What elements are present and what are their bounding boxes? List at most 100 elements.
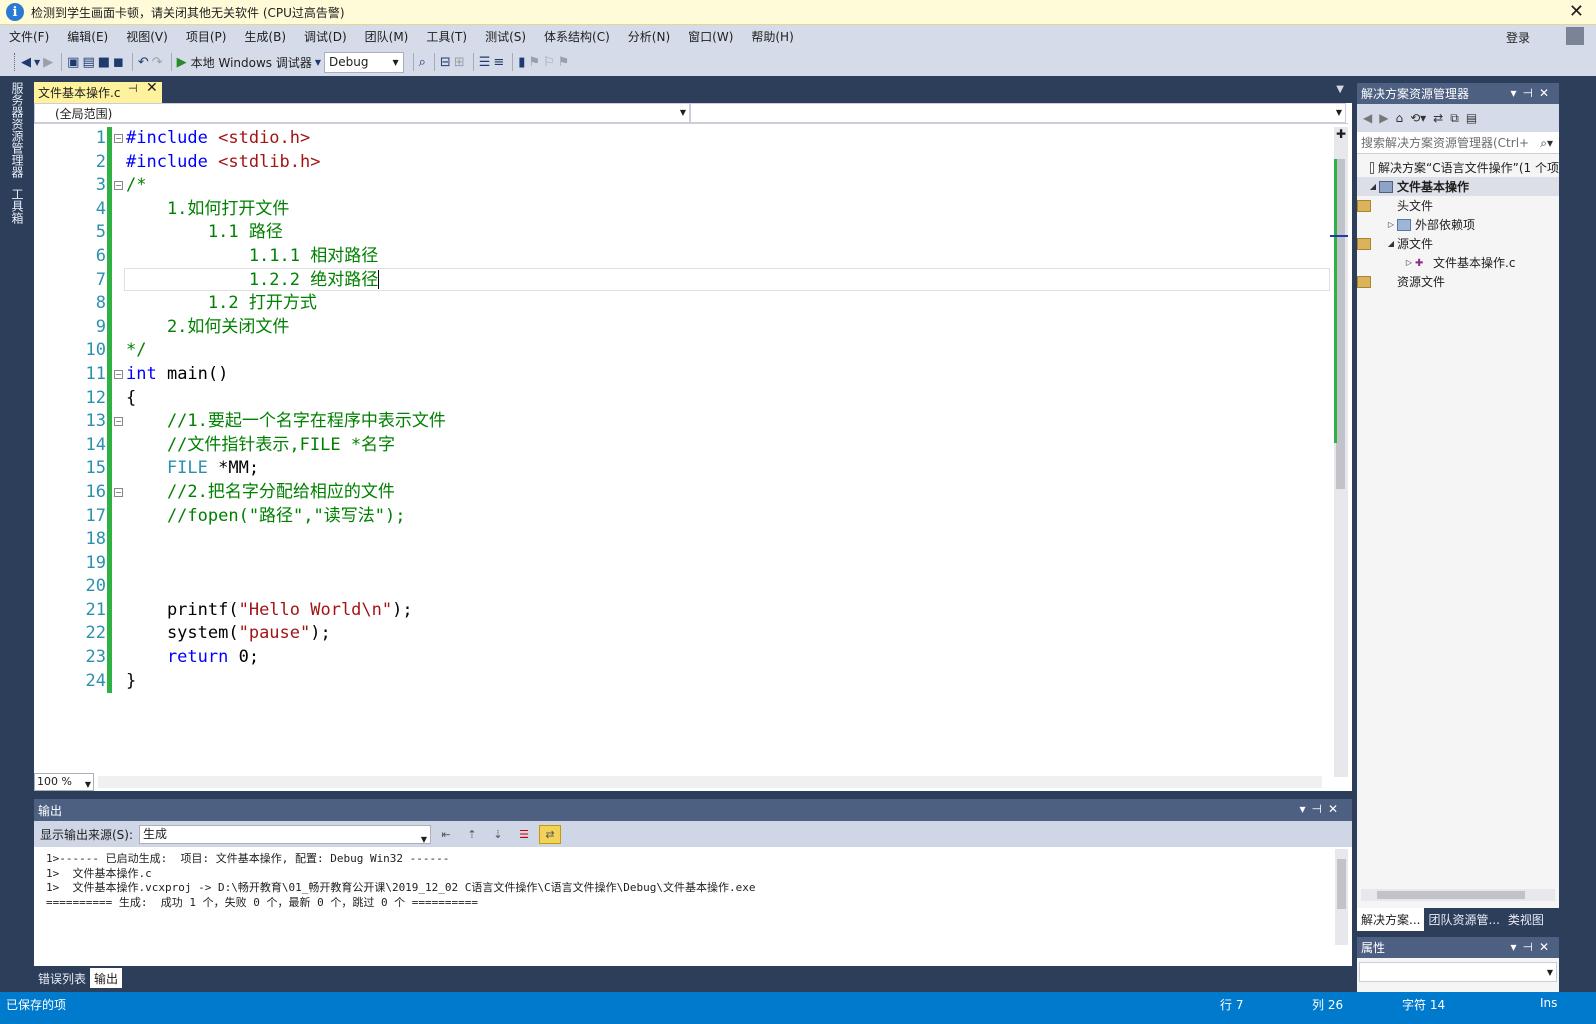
code-line[interactable]: /* xyxy=(126,174,1328,198)
login-link[interactable]: 登录 xyxy=(1506,29,1530,46)
horizontal-scrollbar[interactable] xyxy=(98,776,1322,788)
code-line[interactable]: 1.1 路径 xyxy=(126,221,1328,245)
code-line[interactable]: 2.如何关闭文件 xyxy=(126,316,1328,340)
breakpoint-icon[interactable]: ⊟ xyxy=(440,52,451,72)
code-line[interactable]: 1.1.1 相对路径 xyxy=(126,245,1328,269)
comment-icon[interactable]: ≡ xyxy=(493,52,504,72)
code-line[interactable]: #include <stdio.h> xyxy=(126,127,1328,151)
menu-edit[interactable]: 编辑(E) xyxy=(58,28,117,45)
code-line[interactable]: */ xyxy=(126,339,1328,363)
collapse-icon[interactable]: − xyxy=(114,134,123,143)
chevron-down-icon[interactable]: ▼ xyxy=(315,52,321,72)
toolbox-tab[interactable]: 工具箱 xyxy=(9,188,26,224)
toolbar-grip[interactable] xyxy=(14,53,17,71)
forward-icon[interactable]: ▶ xyxy=(1379,111,1388,125)
code-line[interactable]: system("pause"); xyxy=(126,622,1328,646)
forward-icon[interactable]: ▶ xyxy=(43,52,53,72)
avatar[interactable] xyxy=(1566,27,1584,45)
horizontal-scrollbar[interactable] xyxy=(1361,889,1555,901)
code-line[interactable]: 1.如何打开文件 xyxy=(126,198,1328,222)
tree-item[interactable]: ▷ ✚ 文件基本操作.c xyxy=(1357,253,1559,272)
scope-select[interactable]: (全局范围) ▼ xyxy=(34,103,690,123)
config-select[interactable]: Debug ▼ xyxy=(324,51,404,73)
back-icon[interactable]: ◀ xyxy=(1363,111,1372,125)
sync-icon[interactable]: ⇄ xyxy=(1433,111,1443,125)
tree-item[interactable]: 资源文件 xyxy=(1357,272,1559,291)
code-line[interactable]: 1.2.2 绝对路径 xyxy=(126,269,1328,293)
search-icon[interactable]: ⌕▾ xyxy=(1540,132,1553,154)
chevron-down-icon[interactable]: ▼ xyxy=(34,52,40,72)
expander-icon[interactable]: ◢ xyxy=(1367,182,1379,191)
code-text[interactable]: #include <stdio.h> #include <stdlib.h>/* … xyxy=(126,127,1328,693)
output-source-select[interactable]: 生成 ▼ xyxy=(139,824,432,844)
prev-bookmark-icon[interactable]: ⚑ xyxy=(528,52,540,72)
code-line[interactable]: //文件指针表示,FILE *名字 xyxy=(126,434,1328,458)
code-line[interactable]: printf("Hello World\n"); xyxy=(126,599,1328,623)
expander-icon[interactable]: ◢ xyxy=(1385,239,1397,248)
menu-architecture[interactable]: 体系结构(C) xyxy=(535,28,619,45)
code-line[interactable]: //1.要起一个名字在程序中表示文件 xyxy=(126,410,1328,434)
code-line[interactable] xyxy=(126,552,1328,576)
collapse-icon[interactable]: − xyxy=(114,181,123,190)
panel-controls[interactable]: ▾⊣✕ xyxy=(1510,940,1555,954)
code-line[interactable]: 1.2 打开方式 xyxy=(126,292,1328,316)
back-icon[interactable]: ◀ xyxy=(21,52,31,72)
tab-error-list[interactable]: 错误列表 xyxy=(34,968,90,988)
code-line[interactable]: FILE *MM; xyxy=(126,457,1328,481)
chevron-down-icon[interactable]: ▼ xyxy=(1336,84,1344,95)
tree-item[interactable]: 头文件 xyxy=(1357,196,1559,215)
scroll-thumb[interactable] xyxy=(1336,159,1345,489)
history-icon[interactable]: ⟲▾ xyxy=(1410,111,1426,125)
member-select[interactable]: ▼ xyxy=(690,103,1346,123)
save-icon[interactable]: ■ xyxy=(98,52,110,72)
tab-output[interactable]: 输出 xyxy=(90,968,123,988)
menu-tools[interactable]: 工具(T) xyxy=(417,28,476,45)
new-project-icon[interactable]: ▣ xyxy=(67,52,79,72)
scroll-thumb[interactable] xyxy=(1377,891,1525,899)
tree-item[interactable]: ◢ 文件基本操作 xyxy=(1357,177,1559,196)
home-icon[interactable]: ⌂ xyxy=(1395,111,1403,125)
prev-message-icon[interactable]: ⇡ xyxy=(461,825,483,844)
tab-team-explorer[interactable]: 团队资源管... xyxy=(1424,908,1503,931)
code-line[interactable]: //2.把名字分配给相应的文件 xyxy=(126,481,1328,505)
menu-file[interactable]: 文件(F) xyxy=(0,28,58,45)
panel-controls[interactable]: ▾⊣✕ xyxy=(1299,802,1344,816)
run-debugger-button[interactable]: 本地 Windows 调试器 xyxy=(191,52,312,72)
split-icon[interactable]: ✚ xyxy=(1334,127,1348,141)
tree-item[interactable]: 解决方案“C语言文件操作”(1 个项 xyxy=(1357,158,1559,177)
indent-icon[interactable]: ☰ xyxy=(479,52,491,72)
expander-icon[interactable]: ▷ xyxy=(1403,258,1415,267)
clear-all-icon[interactable]: ☰ xyxy=(513,825,535,844)
menu-test[interactable]: 测试(S) xyxy=(476,28,535,45)
code-line[interactable]: #include <stdlib.h> xyxy=(126,151,1328,175)
collapse-icon[interactable]: − xyxy=(114,488,123,497)
code-line[interactable]: { xyxy=(126,387,1328,411)
menu-view[interactable]: 视图(V) xyxy=(117,28,177,45)
menu-debug[interactable]: 调试(D) xyxy=(295,28,356,45)
menu-window[interactable]: 窗口(W) xyxy=(679,28,742,45)
panel-controls[interactable]: ▾⊣✕ xyxy=(1510,86,1555,100)
solution-search-input[interactable]: 搜索解决方案资源管理器(Ctrl+ ⌕▾ xyxy=(1357,132,1559,154)
tab-solution-explorer[interactable]: 解决方案... xyxy=(1357,908,1425,931)
word-wrap-icon[interactable]: ⇄ xyxy=(539,824,562,844)
find-icon[interactable]: ⌕ xyxy=(419,52,426,72)
close-icon[interactable]: ✕ xyxy=(1569,1,1584,22)
open-file-icon[interactable]: ▤ xyxy=(82,52,94,72)
tree-item[interactable]: ◢ 源文件 xyxy=(1357,234,1559,253)
code-line[interactable]: } xyxy=(126,670,1328,694)
collapse-icon[interactable]: − xyxy=(114,417,123,426)
vertical-scrollbar[interactable] xyxy=(1330,127,1348,777)
collapse-all-icon[interactable]: ⧉ xyxy=(1450,111,1459,126)
zoom-select[interactable]: 100 % ▼ xyxy=(34,773,94,791)
menu-build[interactable]: 生成(B) xyxy=(235,28,295,45)
close-icon[interactable]: ✕ xyxy=(146,80,158,96)
next-message-icon[interactable]: ⇣ xyxy=(487,825,509,844)
pin-icon[interactable]: ⊣ xyxy=(128,82,138,95)
bookmark-icon[interactable]: ▮ xyxy=(518,52,525,72)
menu-analyze[interactable]: 分析(N) xyxy=(619,28,679,45)
collapse-icon[interactable]: − xyxy=(114,370,123,379)
undo-icon[interactable]: ↶ xyxy=(138,52,149,72)
code-line[interactable] xyxy=(126,528,1328,552)
code-line[interactable]: int main() xyxy=(126,363,1328,387)
step-icon[interactable]: ⊞ xyxy=(454,52,465,72)
